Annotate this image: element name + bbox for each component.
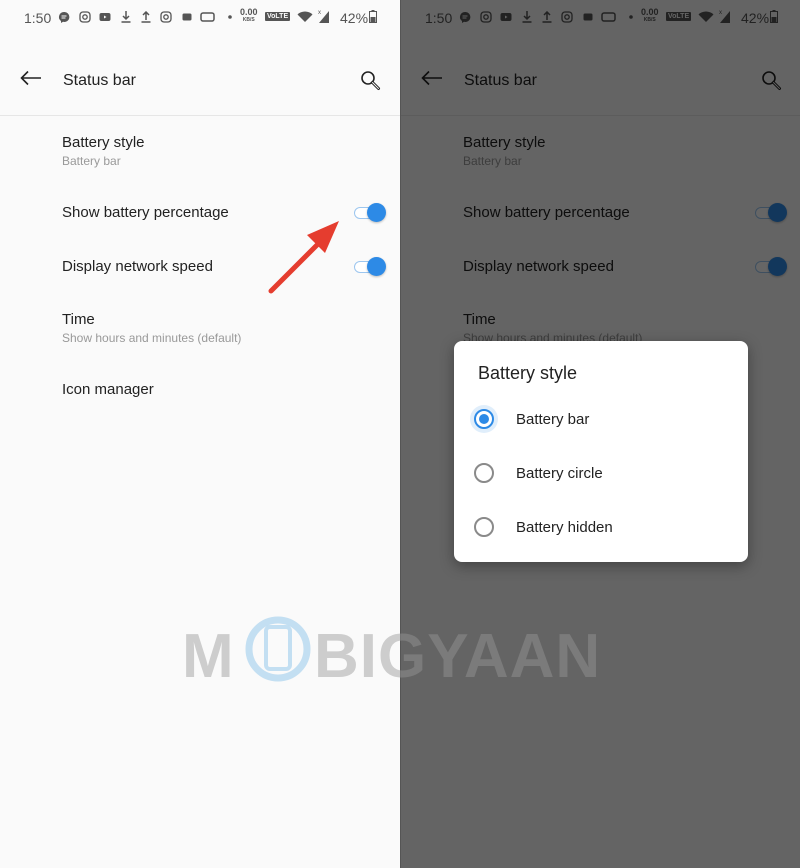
signal-icon: x [318,10,329,23]
setting-label: Time [62,311,95,328]
network-speed-unit: KB/S [242,17,255,23]
battery-style-dialog: Battery style Battery bar Battery circle… [454,341,748,562]
battery-icon [369,10,377,23]
dialog-title: Battery style [478,363,578,383]
app-bar: Status bar [0,40,400,116]
settings-screen-right: 1:50 0.00KB/S VoLTE x 42% Status bar Bat… [401,0,800,868]
option-label: Battery circle [516,465,603,482]
svg-text:x: x [318,10,321,16]
setting-battery-style[interactable]: Battery style Battery bar [62,134,392,168]
toggle-knob [367,203,386,222]
battery-percentage: 42% [340,10,369,26]
page-title: Status bar [63,72,136,89]
setting-icon-manager[interactable]: Icon manager [62,381,392,398]
option-battery-bar[interactable]: Battery bar [474,400,734,440]
app-icon [182,13,192,21]
network-speed: 0.00KB/S [240,8,258,24]
cast-icon [200,12,215,22]
setting-value: Show hours and minutes (default) [62,331,242,345]
toggle-knob [367,257,386,276]
setting-label: Icon manager [62,381,154,398]
settings-screen-left: 1:50 0.00 KB/S VoLTE x 42% Status bar Bat… [0,0,400,868]
upload-icon [141,11,151,23]
download-icon [121,11,131,23]
option-label: Battery bar [516,411,590,428]
wifi-icon [297,11,313,22]
network-speed-toggle[interactable] [352,256,386,276]
status-time: 1:50 [24,10,52,26]
radio-selected[interactable] [474,409,494,429]
setting-label: Battery style [62,134,145,151]
battery-percentage-toggle[interactable] [352,202,386,222]
radio-unselected[interactable] [474,517,494,537]
dot-icon [228,15,232,19]
setting-value: Battery bar [62,154,121,168]
status-bar: 1:50 0.00KB/S VoLTE x 42% [0,0,400,36]
setting-time[interactable]: Time Show hours and minutes (default) [62,311,392,345]
volte-badge: VoLTE [265,12,291,21]
radio-unselected[interactable] [474,463,494,483]
annotation-arrow-icon [268,221,339,294]
youtube-icon [99,13,111,21]
search-icon[interactable] [360,70,382,92]
back-arrow-icon[interactable] [20,70,42,86]
option-battery-hidden[interactable]: Battery hidden [474,508,734,548]
instagram-icon [160,11,172,23]
message-icon [59,11,70,23]
option-label: Battery hidden [516,519,613,536]
instagram-icon [79,11,91,23]
option-battery-circle[interactable]: Battery circle [474,454,734,494]
